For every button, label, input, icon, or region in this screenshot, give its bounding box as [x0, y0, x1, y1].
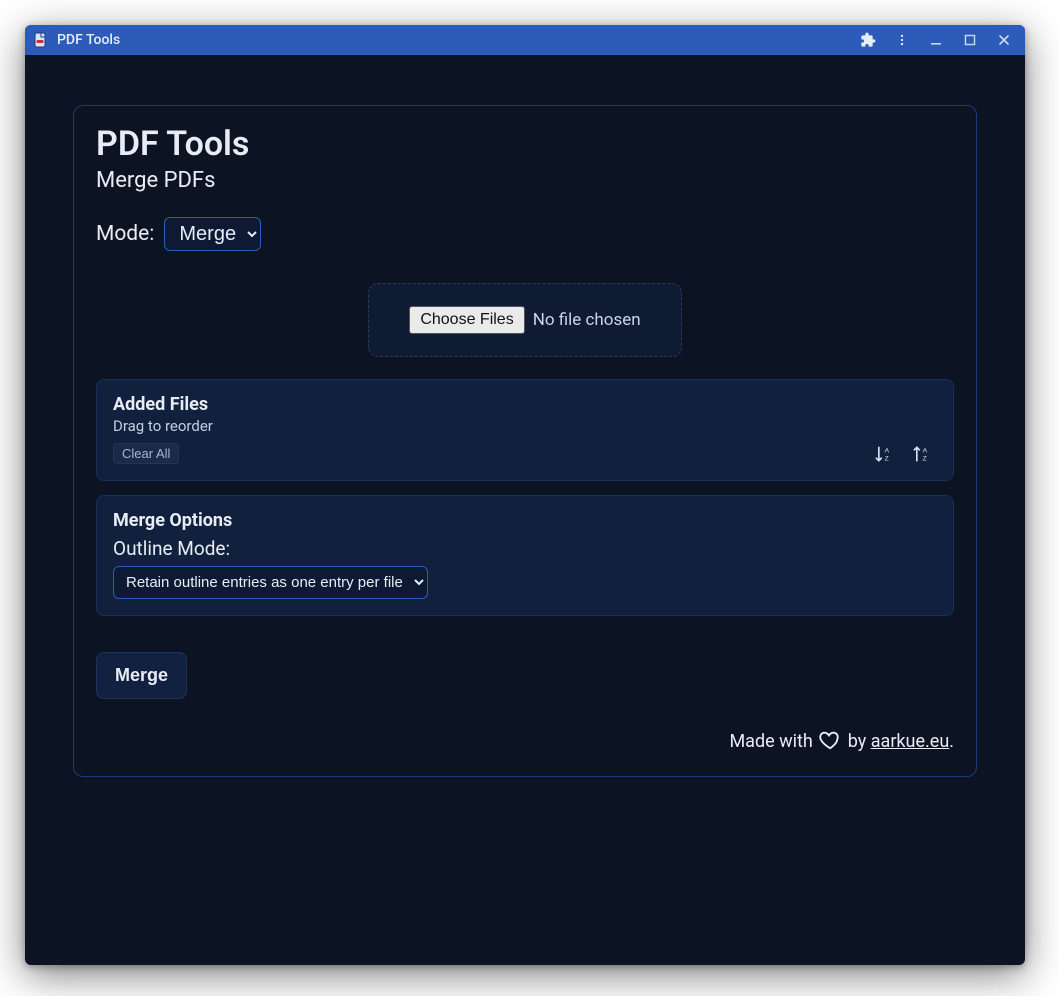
svg-text:A: A	[923, 447, 928, 454]
close-button[interactable]	[987, 25, 1021, 55]
svg-text:A: A	[885, 447, 890, 454]
window-title: PDF Tools	[57, 32, 120, 48]
content-area: PDF Tools Merge PDFs Mode: Merge Choose …	[25, 55, 1025, 965]
kebab-menu-icon[interactable]	[885, 25, 919, 55]
footer-link[interactable]: aarkue.eu	[871, 731, 950, 752]
footer: Made with by aarkue.eu.	[96, 729, 954, 756]
svg-text:Z: Z	[923, 456, 927, 463]
added-files-panel: Added Files Drag to reorder Clear All A …	[96, 379, 954, 481]
outline-mode-label: Outline Mode:	[113, 537, 937, 560]
main-card: PDF Tools Merge PDFs Mode: Merge Choose …	[73, 105, 977, 777]
page-title: PDF Tools	[96, 124, 954, 164]
mode-label: Mode:	[96, 222, 154, 246]
file-picker-region: Choose Files No file chosen	[96, 283, 954, 357]
sort-controls: A Z A Z	[873, 444, 937, 464]
merge-button[interactable]: Merge	[96, 652, 187, 699]
mode-row: Mode: Merge	[96, 217, 954, 251]
app-icon	[33, 32, 49, 48]
sort-desc-icon[interactable]: A Z	[911, 444, 931, 464]
file-dropzone[interactable]: Choose Files No file chosen	[368, 283, 681, 357]
merge-options-panel: Merge Options Outline Mode: Retain outli…	[96, 495, 954, 616]
merge-options-title: Merge Options	[113, 510, 937, 531]
footer-by: by	[848, 731, 871, 752]
heart-icon	[819, 729, 841, 756]
sort-asc-icon[interactable]: A Z	[873, 444, 893, 464]
footer-suffix: .	[949, 731, 954, 752]
added-files-title: Added Files	[113, 394, 937, 415]
maximize-button[interactable]	[953, 25, 987, 55]
minimize-button[interactable]	[919, 25, 953, 55]
clear-all-button[interactable]: Clear All	[113, 443, 179, 464]
titlebar: PDF Tools	[25, 25, 1025, 55]
choose-files-button[interactable]: Choose Files	[409, 306, 524, 334]
app-window: PDF Tools PDF Tools Merge PDFs Mod	[25, 25, 1025, 965]
file-status-text: No file chosen	[533, 310, 641, 330]
outline-mode-select[interactable]: Retain outline entries as one entry per …	[113, 566, 428, 599]
added-files-hint: Drag to reorder	[113, 417, 937, 435]
svg-text:Z: Z	[885, 456, 889, 463]
mode-select[interactable]: Merge	[164, 217, 261, 251]
page-subtitle: Merge PDFs	[96, 168, 954, 193]
extension-icon[interactable]	[851, 25, 885, 55]
footer-prefix: Made with	[729, 731, 817, 752]
